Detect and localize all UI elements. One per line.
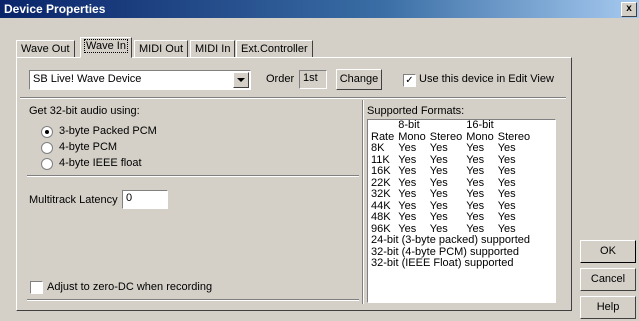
formats-label: Supported Formats: <box>367 105 465 117</box>
divider <box>27 175 359 177</box>
device-select-value: SB Live! Wave Device <box>33 73 142 85</box>
radio-3byte-packed[interactable] <box>41 126 53 138</box>
radio-4byte-float[interactable] <box>41 158 53 170</box>
zero-dc-checkbox[interactable] <box>30 281 43 294</box>
table-row: 16K Yes Yes Yes Yes <box>371 165 516 177</box>
change-button[interactable]: Change <box>336 69 382 90</box>
radio-3byte-packed-label: 3-byte Packed PCM <box>59 125 157 137</box>
radio-4byte-pcm-label: 4-byte PCM <box>59 141 118 153</box>
tab-midi-out[interactable]: MIDI Out <box>134 40 189 58</box>
table-row: 8K Yes Yes Yes Yes <box>371 142 516 154</box>
divider <box>27 299 359 301</box>
tab-wave-out[interactable]: Wave Out <box>16 40 75 58</box>
order-label: Order <box>266 73 295 85</box>
help-button[interactable]: Help <box>580 296 636 319</box>
zero-dc-label: Adjust to zero-DC when recording <box>47 281 213 293</box>
table-row: 32K Yes Yes Yes Yes <box>371 188 516 200</box>
tab-wave-in[interactable]: Wave In <box>80 37 132 58</box>
close-button[interactable]: x <box>621 2 637 17</box>
cancel-button[interactable]: Cancel <box>580 268 636 291</box>
formats-list: 8-bit 16-bit Rate Mono Stereo Mono Stere… <box>367 119 556 303</box>
latency-label: Multitrack Latency <box>29 194 118 206</box>
title-bar[interactable]: Device Properties x <box>0 0 639 18</box>
table-row: 48K Yes Yes Yes Yes <box>371 211 516 223</box>
get32-label: Get 32-bit audio using: <box>29 105 140 117</box>
order-field: 1st <box>299 70 327 89</box>
chevron-down-icon[interactable] <box>233 72 249 88</box>
ok-button[interactable]: OK <box>580 240 636 263</box>
format-note: 32-bit (IEEE Float) supported <box>371 257 514 269</box>
latency-input[interactable]: 0 <box>122 190 168 209</box>
formats-table: 8-bit 16-bit Rate Mono Stereo Mono Stere… <box>371 119 534 235</box>
formats-group-header: 8-bit 16-bit <box>371 119 534 132</box>
tab-ext-controller[interactable]: Ext.Controller <box>236 40 313 58</box>
tab-midi-in[interactable]: MIDI In <box>190 40 236 58</box>
window-title: Device Properties <box>4 2 106 16</box>
radio-4byte-float-label: 4-byte IEEE float <box>59 157 142 169</box>
device-select[interactable]: SB Live! Wave Device <box>29 70 251 90</box>
group-8bit: 8-bit <box>398 119 420 131</box>
use-in-edit-view-checkbox[interactable]: ✓ <box>403 74 416 87</box>
group-16bit: 16-bit <box>466 119 494 131</box>
divider <box>362 100 364 304</box>
use-in-edit-view-label: Use this device in Edit View <box>419 73 554 85</box>
radio-4byte-pcm[interactable] <box>41 142 53 154</box>
format-note: 24-bit (3-byte packed) supported <box>371 234 530 246</box>
divider <box>20 97 566 99</box>
